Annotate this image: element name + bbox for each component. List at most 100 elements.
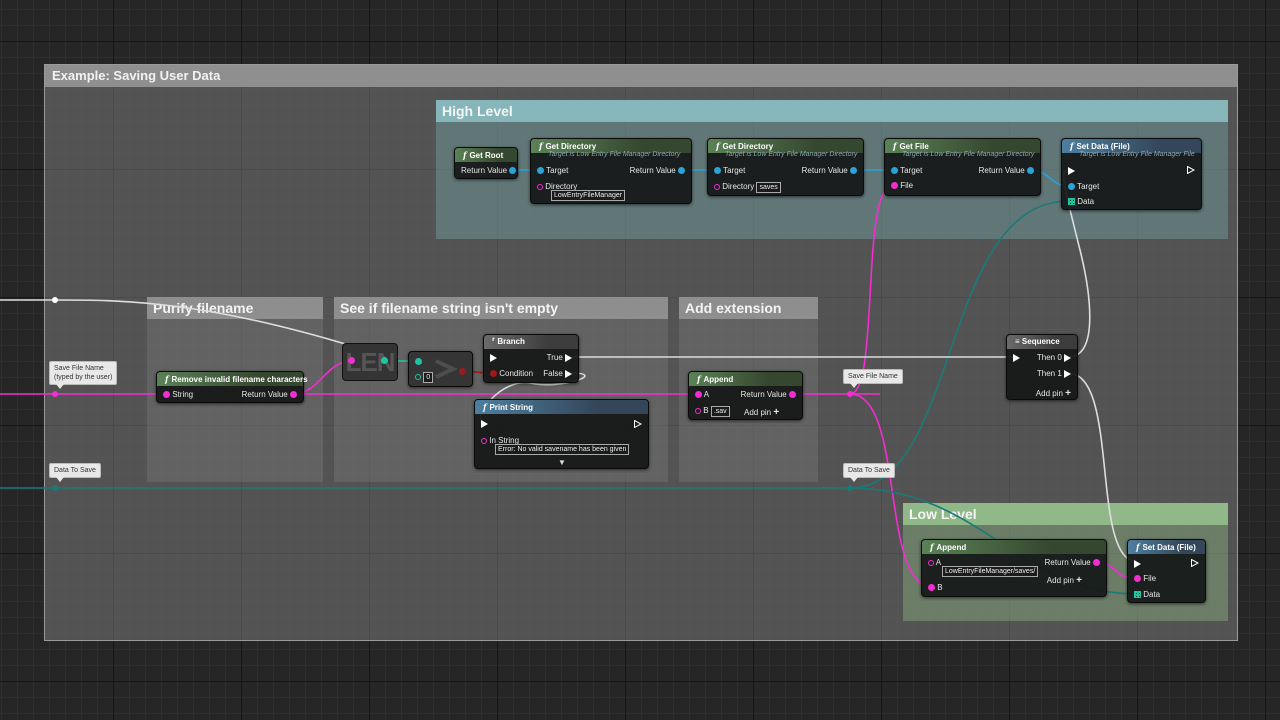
greater-than-icon: [435, 359, 457, 379]
note-data-to-save-2[interactable]: Data To Save: [843, 463, 895, 482]
exec-out-pin[interactable]: [1191, 558, 1199, 568]
directory-input[interactable]: LowEntryFileManager: [551, 190, 626, 201]
function-icon: f: [1136, 542, 1140, 552]
len-in-pin[interactable]: [348, 356, 355, 366]
string-pin-icon: [695, 407, 701, 414]
string-pin-icon: [714, 183, 720, 190]
node-get-directory-1[interactable]: f Get Directory Target is Low Entry File …: [530, 138, 692, 204]
add-pin-button[interactable]: Add pin +: [744, 408, 779, 418]
pin-a[interactable]: A: [928, 558, 941, 568]
string-pin-icon: [163, 391, 170, 399]
pin-string[interactable]: String: [163, 390, 193, 400]
object-pin-icon: [850, 167, 857, 175]
pin-true[interactable]: True: [547, 353, 572, 363]
exec-in-pin[interactable]: [1068, 166, 1075, 176]
exec-in-icon: [490, 353, 497, 362]
node-subtitle: Target is Low Entry File Manager Directo…: [725, 151, 858, 158]
exec-in-pin[interactable]: [490, 353, 497, 363]
pin-condition[interactable]: Condition: [490, 369, 533, 379]
pin-a[interactable]: [415, 357, 422, 367]
node-branch[interactable]: ⸢ Branch True Condition False: [483, 334, 579, 383]
int-pin-icon: [415, 373, 421, 380]
pin-return[interactable]: Return Value: [461, 166, 517, 176]
pin-return[interactable]: Return Value: [979, 166, 1034, 176]
string-pin-icon: [928, 584, 935, 592]
directory-field[interactable]: saves: [756, 182, 781, 193]
string-pin-icon: [537, 183, 543, 190]
node-get-directory-2[interactable]: f Get Directory Target is Low Entry File …: [707, 138, 864, 196]
directory-field[interactable]: LowEntryFileManager: [551, 190, 626, 201]
object-pin-icon: [537, 167, 544, 175]
len-out-pin[interactable]: [381, 356, 388, 366]
node-set-data-file-low[interactable]: f Set Data (File) File Data: [1127, 539, 1206, 603]
add-pin-button[interactable]: Add pin +: [1036, 389, 1071, 399]
exec-in-pin[interactable]: [481, 419, 488, 429]
note-save-file-name[interactable]: Save File Name (typed by the user): [49, 361, 118, 389]
exec-out-icon: [1191, 558, 1199, 567]
node-append-extension[interactable]: f Append A Return Value B .sav Add pin +: [688, 371, 803, 420]
pin-file[interactable]: File: [1134, 574, 1156, 584]
string-pin-icon: [348, 357, 355, 365]
node-set-data-file-high[interactable]: f Set Data (File) Target is Low Entry Fil…: [1061, 138, 1202, 210]
exec-in-pin[interactable]: [1013, 353, 1020, 363]
pin-return[interactable]: Return Value: [1045, 558, 1100, 568]
node-remove-invalid-characters[interactable]: f Remove invalid filename characters Stri…: [156, 371, 308, 403]
in-string-input[interactable]: Error: No valid savename has been given: [495, 444, 630, 455]
exec-out-pin[interactable]: [1187, 165, 1195, 175]
pin-file[interactable]: File: [891, 181, 913, 191]
object-pin-icon: [1027, 167, 1034, 175]
plus-icon: +: [1065, 388, 1071, 399]
group-title: Low Level: [903, 503, 1228, 525]
exec-out-icon: [1064, 369, 1071, 378]
a-value-input[interactable]: LowEntryFileManager/saves/: [942, 566, 1039, 577]
pin-then-0[interactable]: Then 0: [1037, 353, 1071, 363]
pin-target[interactable]: Target: [1068, 182, 1099, 192]
node-get-root[interactable]: f Get Root Return Value: [454, 147, 518, 179]
string-pin-icon: [1093, 559, 1100, 567]
exec-in-pin[interactable]: [1134, 559, 1141, 569]
node-get-file[interactable]: f Get File Target is Low Entry File Manag…: [884, 138, 1041, 196]
pin-false[interactable]: False: [543, 369, 572, 379]
pin-return[interactable]: Return Value: [741, 390, 796, 400]
exec-out-icon: [565, 369, 572, 378]
node-header: ⸢ Branch: [484, 335, 578, 349]
b-value-field[interactable]: .sav: [710, 406, 730, 417]
pin-target[interactable]: Target: [537, 166, 568, 176]
exec-out-pin[interactable]: [634, 419, 642, 429]
pin-return[interactable]: Return Value: [242, 390, 297, 400]
exec-in-icon: [1068, 166, 1075, 175]
pin-return[interactable]: Return Value: [630, 166, 685, 176]
node-header: f Get Root: [455, 148, 517, 162]
note-save-file-name-2[interactable]: Save File Name: [843, 369, 903, 388]
note-data-to-save[interactable]: Data To Save: [49, 463, 101, 482]
pin-return[interactable]: Return Value: [802, 166, 857, 176]
group-title: Purify filename: [147, 297, 323, 319]
node-sequence[interactable]: ≡ Sequence Then 0 Then 1 Add pin +: [1006, 334, 1078, 400]
a-value-field[interactable]: LowEntryFileManager/saves/: [942, 566, 1039, 577]
node-greater-than[interactable]: 0: [408, 351, 473, 387]
pin-a[interactable]: A: [695, 390, 709, 400]
node-append-path[interactable]: f Append A LowEntryFileManager/saves/ Ret…: [921, 539, 1107, 597]
pin-target[interactable]: Target: [891, 166, 922, 176]
pin-b[interactable]: 0: [415, 372, 434, 383]
pin-target[interactable]: Target: [714, 166, 745, 176]
node-print-string[interactable]: f Print String In String Error: No valid …: [474, 399, 649, 469]
b-value-field[interactable]: 0: [423, 372, 434, 383]
node-header: f Set Data (File): [1128, 540, 1205, 554]
pin-then-1[interactable]: Then 1: [1037, 369, 1071, 379]
in-string-field[interactable]: Error: No valid savename has been given: [495, 444, 630, 455]
pin-result[interactable]: [459, 367, 466, 377]
object-pin-icon: [1068, 183, 1075, 191]
pin-directory[interactable]: Directory saves: [714, 182, 781, 193]
add-pin-button[interactable]: Add pin +: [1047, 576, 1082, 586]
exec-out-icon: [634, 419, 642, 428]
pin-data[interactable]: Data: [1068, 197, 1094, 207]
node-subtitle: Target is Low Entry File Manager File: [1079, 151, 1195, 158]
string-pin-icon: [290, 391, 297, 399]
exec-out-icon: [1187, 165, 1195, 174]
expand-arrow-icon[interactable]: ▼: [558, 458, 566, 468]
pin-data[interactable]: Data: [1134, 590, 1160, 600]
pin-b[interactable]: B: [928, 583, 943, 593]
pin-b[interactable]: B .sav: [695, 406, 730, 417]
group-title: High Level: [436, 100, 1228, 122]
